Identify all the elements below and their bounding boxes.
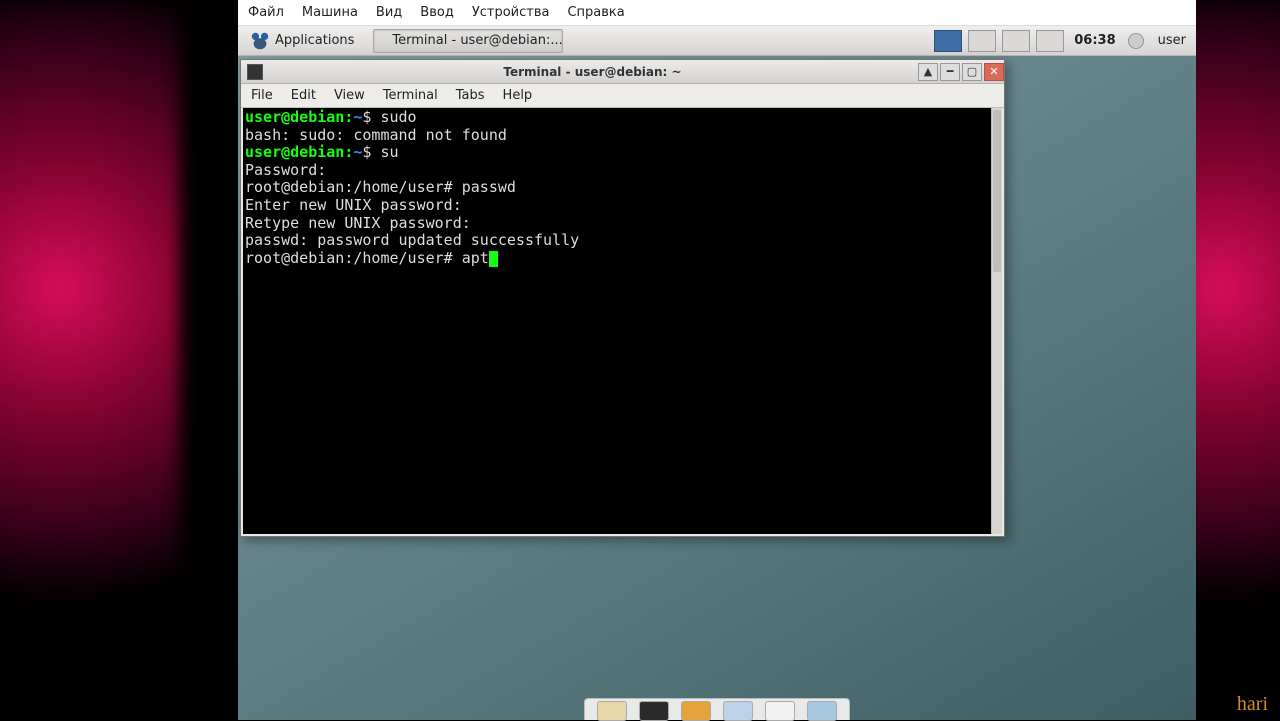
- terminal-line: Retype new UNIX password:: [245, 215, 1000, 233]
- terminal-window: Terminal - user@debian: ~ ▲ ━ ▢ ✕ File E…: [240, 59, 1005, 537]
- term-menu-help[interactable]: Help: [503, 88, 533, 103]
- terminal-line: user@debian:~$ sudo: [245, 109, 1000, 127]
- minimize-button[interactable]: ━: [940, 63, 960, 81]
- xfce-mouse-icon: [249, 30, 271, 52]
- terminal-scrollbar[interactable]: [991, 108, 1002, 534]
- close-button[interactable]: ✕: [984, 63, 1004, 81]
- terminal-body[interactable]: user@debian:~$ sudobash: sudo: command n…: [243, 108, 1002, 534]
- virtualbox-guest-window: Файл Машина Вид Ввод Устройства Справка …: [238, 0, 1196, 720]
- terminal-line: Password:: [245, 162, 1000, 180]
- vb-menu-view[interactable]: Вид: [376, 5, 402, 20]
- vb-menu-machine[interactable]: Машина: [302, 5, 358, 20]
- window-buttons: ▲ ━ ▢ ✕: [916, 63, 1004, 81]
- taskbar-item-label: Terminal - user@debian:...: [392, 33, 562, 48]
- dock-web-browser-icon[interactable]: [723, 701, 753, 721]
- scrollbar-thumb[interactable]: [993, 110, 1001, 272]
- terminal-line: root@debian:/home/user# passwd: [245, 179, 1000, 197]
- vb-menu-input[interactable]: Ввод: [420, 5, 454, 20]
- panel-clock[interactable]: 06:38: [1068, 33, 1121, 48]
- term-menu-file[interactable]: File: [251, 88, 273, 103]
- dock-mail-icon[interactable]: [807, 701, 837, 721]
- term-menu-tabs[interactable]: Tabs: [456, 88, 485, 103]
- terminal-titlebar[interactable]: Terminal - user@debian: ~ ▲ ━ ▢ ✕: [241, 60, 1004, 84]
- panel-right-group: 06:38 user: [932, 30, 1194, 52]
- xfce-dock[interactable]: [584, 698, 850, 720]
- taskbar-item-terminal[interactable]: Terminal - user@debian:...: [373, 29, 563, 53]
- vb-menu-file[interactable]: Файл: [248, 5, 284, 20]
- workspace-2[interactable]: [968, 30, 996, 52]
- virtualbox-menubar[interactable]: Файл Машина Вид Ввод Устройства Справка: [238, 0, 1196, 26]
- dock-package-manager-icon[interactable]: [681, 701, 711, 721]
- terminal-line: Enter new UNIX password:: [245, 197, 1000, 215]
- terminal-cursor: [489, 251, 498, 267]
- terminal-menubar[interactable]: File Edit View Terminal Tabs Help: [241, 84, 1004, 108]
- terminal-title: Terminal - user@debian: ~: [269, 65, 916, 79]
- applications-menu-button[interactable]: Applications: [240, 29, 363, 53]
- video-watermark: hari: [1237, 693, 1268, 716]
- panel-user-label[interactable]: user: [1150, 33, 1194, 48]
- xfce-top-panel: Applications Terminal - user@debian:... …: [238, 26, 1196, 56]
- dock-file-manager-icon[interactable]: [597, 701, 627, 721]
- applications-menu-label: Applications: [275, 33, 354, 48]
- workspace-1[interactable]: [934, 30, 962, 52]
- terminal-titlebar-icon: [247, 64, 263, 80]
- term-menu-edit[interactable]: Edit: [291, 88, 316, 103]
- terminal-line: user@debian:~$ su: [245, 144, 1000, 162]
- dock-text-editor-icon[interactable]: [765, 701, 795, 721]
- maximize-button[interactable]: ▢: [962, 63, 982, 81]
- vb-menu-devices[interactable]: Устройства: [472, 5, 550, 20]
- vb-menu-help[interactable]: Справка: [567, 5, 624, 20]
- shade-button[interactable]: ▲: [918, 63, 938, 81]
- workspace-3[interactable]: [1002, 30, 1030, 52]
- term-menu-terminal[interactable]: Terminal: [383, 88, 438, 103]
- terminal-line: bash: sudo: command not found: [245, 127, 1000, 145]
- term-menu-view[interactable]: View: [334, 88, 365, 103]
- background-glow-left: [0, 0, 180, 720]
- dock-terminal-icon[interactable]: [639, 701, 669, 721]
- workspace-4[interactable]: [1036, 30, 1064, 52]
- terminal-line: root@debian:/home/user# apt: [245, 250, 1000, 268]
- terminal-line: passwd: password updated successfully: [245, 232, 1000, 250]
- action-menu-icon[interactable]: [1126, 31, 1146, 51]
